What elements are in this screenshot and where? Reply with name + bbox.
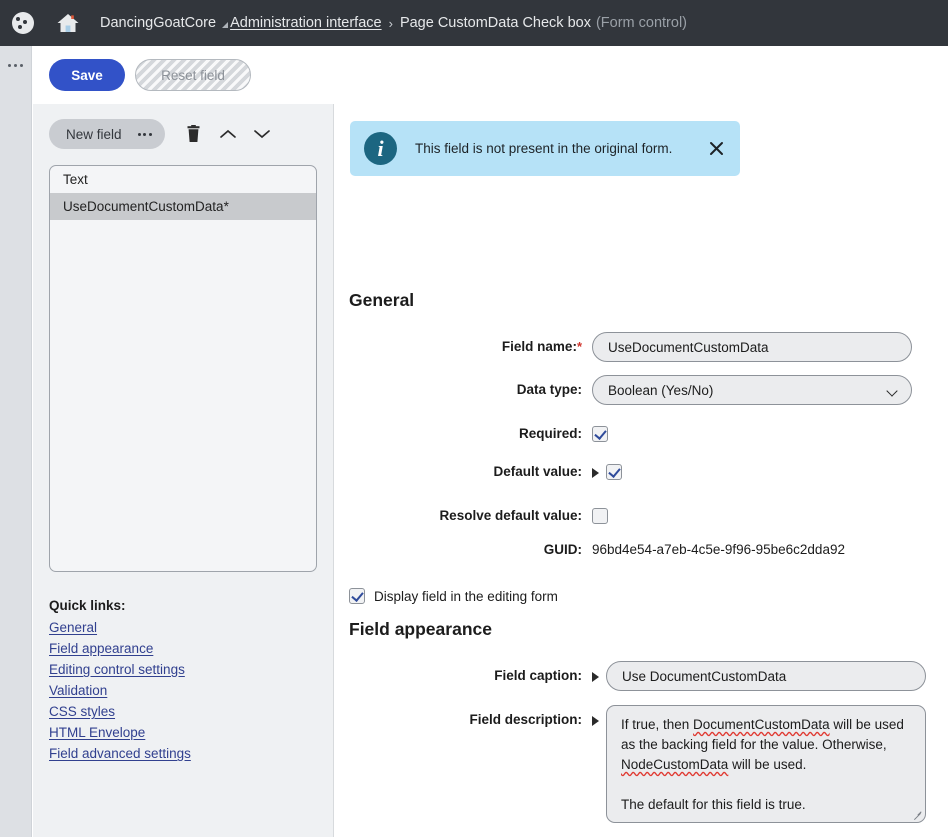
- info-icon: i: [364, 132, 397, 165]
- chevron-up-icon: [219, 129, 236, 138]
- form-row-required: Required:: [334, 419, 948, 449]
- section-title-field-appearance: Field appearance: [349, 619, 492, 639]
- new-field-button[interactable]: New field: [49, 119, 165, 149]
- list-item[interactable]: UseDocumentCustomData*: [50, 193, 316, 220]
- required-checkbox[interactable]: [592, 426, 608, 442]
- display-field-row: Display field in the editing form: [349, 588, 558, 604]
- field-description-expand-icon[interactable]: [592, 716, 599, 726]
- data-type-select[interactable]: Boolean (Yes/No): [592, 375, 912, 405]
- desc-part-1: If true, then: [621, 717, 694, 732]
- breadcrumb-separator-icon: ›: [388, 15, 393, 31]
- desc-misspelled-word-1: DocumentCustomData: [693, 717, 830, 732]
- field-description-label: Field description:: [469, 712, 582, 727]
- trash-icon: [187, 125, 200, 142]
- desc-misspelled-word-2: NodeCustomData: [621, 757, 729, 772]
- list-item[interactable]: Text: [50, 166, 316, 193]
- quick-link-html-envelope[interactable]: HTML Envelope: [49, 722, 145, 743]
- notification-banner: i This field is not present in the origi…: [350, 121, 740, 176]
- kentico-logo-icon: [12, 12, 34, 34]
- data-type-value: Boolean (Yes/No): [608, 382, 714, 398]
- required-label: Required:: [518, 426, 582, 441]
- default-value-checkbox[interactable]: [606, 464, 622, 480]
- field-caption-expand-icon[interactable]: [592, 672, 599, 682]
- save-button[interactable]: Save: [49, 59, 125, 91]
- breadcrumb-site[interactable]: DancingGoatCore: [100, 15, 216, 31]
- chevron-down-icon: [886, 385, 898, 397]
- quick-link-css-styles[interactable]: CSS styles: [49, 701, 115, 722]
- quick-links-title: Quick links:: [49, 598, 126, 613]
- field-name-input[interactable]: [592, 332, 912, 362]
- form-row-default-value: Default value:: [334, 457, 948, 487]
- resolve-default-value-checkbox[interactable]: [592, 508, 608, 524]
- new-field-label: New field: [66, 126, 122, 142]
- desc-part-4: The default for this field is true.: [621, 797, 806, 812]
- field-list[interactable]: Text UseDocumentCustomData*: [49, 165, 317, 572]
- app-logo[interactable]: [0, 0, 46, 46]
- data-type-label: Data type:: [516, 382, 582, 397]
- field-caption-label: Field caption:: [494, 668, 582, 683]
- form-row-resolve-default-value: Resolve default value:: [334, 501, 948, 531]
- breadcrumb-site-caret-icon[interactable]: [222, 22, 229, 28]
- chevron-down-icon: [253, 130, 270, 139]
- form-row-field-caption: Field caption:: [334, 661, 948, 691]
- field-list-panel: New field Text UseDocumentCustomData* Qu…: [33, 104, 334, 837]
- form-row-guid: GUID: 96bd4e54-a7eb-4c5e-9f96-95be6c2dda…: [334, 535, 948, 565]
- quick-link-general[interactable]: General: [49, 617, 97, 638]
- form-row-data-type: Data type: Boolean (Yes/No): [334, 375, 948, 405]
- form-row-field-description: Field description: If true, then Documen…: [334, 705, 948, 823]
- display-field-checkbox[interactable]: [349, 588, 365, 604]
- quick-link-editing-control-settings[interactable]: Editing control settings: [49, 659, 185, 680]
- quick-link-validation[interactable]: Validation: [49, 680, 107, 701]
- field-description-textarea[interactable]: If true, then DocumentCustomData will be…: [606, 705, 926, 823]
- close-icon: [709, 142, 723, 155]
- rail-more-options-button[interactable]: [8, 64, 23, 67]
- top-header-bar: DancingGoatCore Administration interface…: [0, 0, 948, 46]
- field-name-label: Field name:*: [501, 339, 582, 354]
- home-button[interactable]: [46, 0, 90, 46]
- reset-field-button: Reset field: [135, 59, 251, 91]
- guid-value: 96bd4e54-a7eb-4c5e-9f96-95be6c2dda92: [592, 542, 845, 557]
- delete-field-button[interactable]: [177, 119, 211, 149]
- quick-link-field-appearance[interactable]: Field appearance: [49, 638, 153, 659]
- guid-label: GUID:: [543, 542, 582, 557]
- quick-link-field-advanced-settings[interactable]: Field advanced settings: [49, 743, 191, 764]
- breadcrumb-current-suffix: (Form control): [595, 15, 687, 31]
- notification-message: This field is not present in the origina…: [415, 141, 673, 156]
- required-indicator: *: [576, 339, 582, 354]
- field-caption-input[interactable]: [606, 661, 926, 691]
- default-value-label: Default value:: [493, 464, 582, 479]
- field-editor-form: i This field is not present in the origi…: [334, 104, 948, 837]
- new-field-more-icon[interactable]: [137, 132, 152, 136]
- close-notification-button[interactable]: [706, 139, 726, 159]
- move-field-up-button[interactable]: [211, 119, 245, 149]
- quick-links: Quick links: General Field appearance Ed…: [49, 598, 309, 764]
- breadcrumb: DancingGoatCore Administration interface…: [100, 15, 687, 31]
- action-bar: Save Reset field: [33, 46, 948, 104]
- left-rail: [0, 46, 32, 837]
- display-field-label: Display field in the editing form: [374, 588, 558, 604]
- home-icon: [57, 14, 79, 32]
- field-list-toolbar: New field: [49, 119, 279, 149]
- form-row-field-name: Field name:*: [334, 332, 948, 362]
- resolve-default-value-label: Resolve default value:: [439, 508, 582, 523]
- breadcrumb-current: Page CustomData Check box: [399, 15, 591, 31]
- section-title-general: General: [349, 290, 415, 310]
- desc-part-3: will be used.: [728, 757, 807, 772]
- breadcrumb-admin-link[interactable]: Administration interface: [230, 15, 382, 31]
- move-field-down-button[interactable]: [245, 119, 279, 149]
- default-value-expand-icon[interactable]: [592, 468, 599, 478]
